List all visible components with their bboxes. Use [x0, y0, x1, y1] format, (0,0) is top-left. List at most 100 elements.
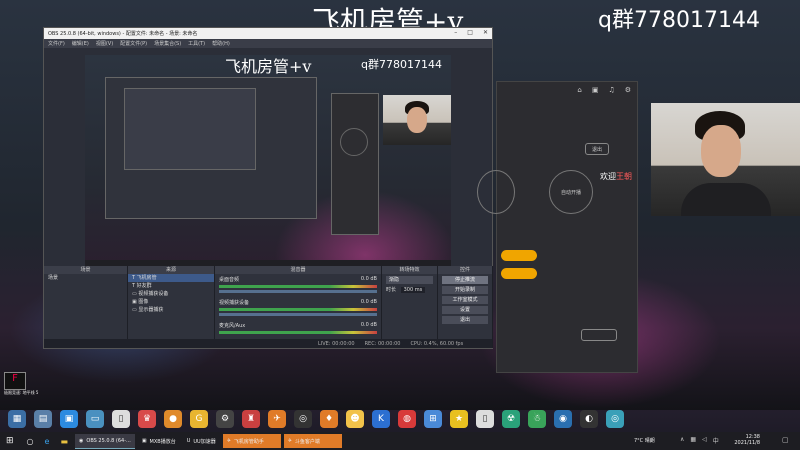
app-icon[interactable]: G: [190, 410, 208, 428]
input-method-icon[interactable]: 中: [713, 436, 719, 445]
taskbar-item-douyu[interactable]: ✈ 斗鱼客户端: [283, 434, 342, 448]
nested-live-app: [331, 93, 379, 235]
source-item[interactable]: ▣ 图像: [128, 298, 214, 306]
chevron-up-icon[interactable]: ∧: [680, 436, 684, 445]
edge-icon[interactable]: e: [41, 434, 54, 448]
menu-edit[interactable]: 编辑(E): [72, 40, 89, 47]
app-icon: ✈: [226, 438, 231, 444]
preview-qq-group: q群778017144: [361, 58, 442, 71]
app-icon[interactable]: ▦: [8, 410, 26, 428]
app-icon[interactable]: ▣: [60, 410, 78, 428]
game-shortcut-label: 极限竞速: 地平线 5: [4, 390, 39, 395]
studio-mode-button[interactable]: 工作室模式: [442, 296, 488, 304]
clock[interactable]: 12:38 2021/11/8: [734, 434, 760, 446]
auto-start-button[interactable]: 自动开播: [549, 170, 593, 214]
sources-dock: 来源 T 飞机房管 T 好友群 ▭ 视频捕获设备 ▣ 图像 ▭ 显示器捕获 +−…: [128, 266, 215, 348]
app-icon[interactable]: ▤: [34, 410, 52, 428]
app-icon[interactable]: ▯: [112, 410, 130, 428]
channel-name: 麦克风/Aux: [219, 323, 246, 329]
app-icon[interactable]: ♛: [138, 410, 156, 428]
desktop-icon-row: ▦ ▤ ▣ ▭ ▯ ♛ ● G ⚙ ♜ ✈ ◎ ♦ ☻ K ◍ ⊞ ★ ▯ ☢ …: [0, 407, 800, 431]
app-icon[interactable]: ●: [164, 410, 182, 428]
notification-icon[interactable]: ▢: [782, 436, 789, 444]
source-item[interactable]: ▭ 显示器捕获: [128, 306, 214, 314]
welcome-text: 欢迎王朝: [600, 172, 632, 181]
mixer-dock: 混音器 桌面音频 0.0 dB 视频捕获设备 0.0 dB 麦克风/Aux 0.…: [215, 266, 382, 348]
taskbar-item-mxb[interactable]: ▣ MXB播放台: [138, 434, 180, 448]
app-icon[interactable]: ☻: [346, 410, 364, 428]
preview-webcam: [383, 95, 451, 145]
overlay-qq-group: q群778017144: [598, 8, 760, 33]
obs-preview[interactable]: 飞机房管+v q群778017144: [85, 55, 451, 270]
settings-icon[interactable]: ⚙: [625, 86, 631, 94]
source-item[interactable]: T 飞机房管: [128, 274, 214, 282]
app-icon[interactable]: ◐: [580, 410, 598, 428]
orange-toggle[interactable]: [501, 250, 537, 261]
app-icon[interactable]: ♜: [242, 410, 260, 428]
app-icon[interactable]: ◉: [554, 410, 572, 428]
exit-app-button[interactable]: 退出: [585, 143, 609, 155]
obs-titlebar[interactable]: OBS 25.0.8 (64-bit, windows) - 配置文件: 未命名…: [44, 28, 492, 39]
taskbar-item-fangguan[interactable]: ✈ 飞机房管助手: [222, 434, 281, 448]
settings-button[interactable]: 设置: [442, 306, 488, 314]
mixer-channel: 视频捕获设备 0.0 dB: [215, 297, 381, 320]
orange-toggle[interactable]: [501, 268, 537, 279]
controls-dock: 控件 停止推流 开始录制 工作室模式 设置 退出: [438, 266, 493, 348]
minimize-icon[interactable]: –: [454, 29, 457, 36]
exit-button[interactable]: 退出: [442, 316, 488, 324]
app-icon[interactable]: ★: [450, 410, 468, 428]
app-icon[interactable]: ◎: [294, 410, 312, 428]
volume-slider[interactable]: [219, 290, 377, 293]
channel-name: 视频捕获设备: [219, 300, 250, 306]
taskbar-item-uu[interactable]: U UU加速器: [183, 434, 220, 448]
menu-tools[interactable]: 工具(T): [188, 40, 205, 47]
app-footer-button[interactable]: [581, 329, 617, 341]
weather-widget[interactable]: 7°C 晴朗: [634, 437, 655, 444]
start-recording-button[interactable]: 开始录制: [442, 286, 488, 294]
close-icon[interactable]: ✕: [483, 29, 488, 36]
duration-input[interactable]: 300 ms: [400, 287, 426, 293]
maximize-icon[interactable]: □: [467, 29, 473, 36]
source-item[interactable]: ▭ 视频捕获设备: [128, 290, 214, 298]
menu-scene-collection[interactable]: 场景集合(S): [154, 40, 181, 47]
source-item[interactable]: T 好友群: [128, 282, 214, 290]
start-button[interactable]: ⊞: [0, 434, 20, 448]
app-toolbar: ⌂ ▣ ♫ ⚙: [497, 82, 637, 98]
app-icon[interactable]: ☃: [528, 410, 546, 428]
app-icon[interactable]: K: [372, 410, 390, 428]
volume-icon[interactable]: ◁: [702, 436, 707, 445]
home-icon[interactable]: ⌂: [577, 86, 581, 94]
menu-file[interactable]: 文件(F): [48, 40, 65, 47]
stop-stream-button[interactable]: 停止推流: [442, 276, 488, 284]
app-icon[interactable]: ⚙: [216, 410, 234, 428]
app-icon[interactable]: ⊞: [424, 410, 442, 428]
game-shortcut[interactable]: F 极限竞速: 地平线 5: [4, 372, 44, 396]
volume-meter: [219, 331, 377, 334]
live-assistant-window[interactable]: ⌂ ▣ ♫ ⚙ 退出 自动开播: [477, 81, 638, 373]
clock-date: 2021/11/8: [734, 440, 760, 446]
app-icon[interactable]: ♦: [320, 410, 338, 428]
menu-view[interactable]: 视图(V): [96, 40, 113, 47]
menu-help[interactable]: 帮助(H): [212, 40, 230, 47]
channel-db: 0.0 dB: [360, 322, 377, 328]
obs-docks: 场景 场景 +−∧∨ 来源 T 飞机房管 T 好友群 ▭ 视频捕获设备 ▣ 图像…: [44, 266, 493, 348]
bell-icon[interactable]: ♫: [608, 86, 614, 94]
volume-slider[interactable]: [219, 313, 377, 316]
taskbar-item-obs[interactable]: ◉ OBS 25.0.8 (64-...: [75, 433, 135, 449]
obs-window[interactable]: OBS 25.0.8 (64-bit, windows) - 配置文件: 未命名…: [43, 27, 493, 349]
app-icon[interactable]: ▭: [86, 410, 104, 428]
app-icon[interactable]: ◍: [398, 410, 416, 428]
left-circle-button[interactable]: [477, 170, 515, 214]
search-icon[interactable]: ○: [23, 434, 38, 448]
transition-select[interactable]: 渐隐: [386, 276, 433, 284]
explorer-icon[interactable]: ▬: [56, 434, 72, 448]
network-icon[interactable]: ▦: [690, 436, 696, 445]
gift-icon[interactable]: ▣: [592, 86, 599, 94]
duration-label: 时长: [386, 287, 397, 293]
app-icon[interactable]: ✈: [268, 410, 286, 428]
app-icon[interactable]: ◎: [606, 410, 624, 428]
app-icon[interactable]: ▯: [476, 410, 494, 428]
app-icon[interactable]: ☢: [502, 410, 520, 428]
scene-item[interactable]: 场景: [44, 274, 127, 282]
menu-profile[interactable]: 配置文件(P): [120, 40, 147, 47]
